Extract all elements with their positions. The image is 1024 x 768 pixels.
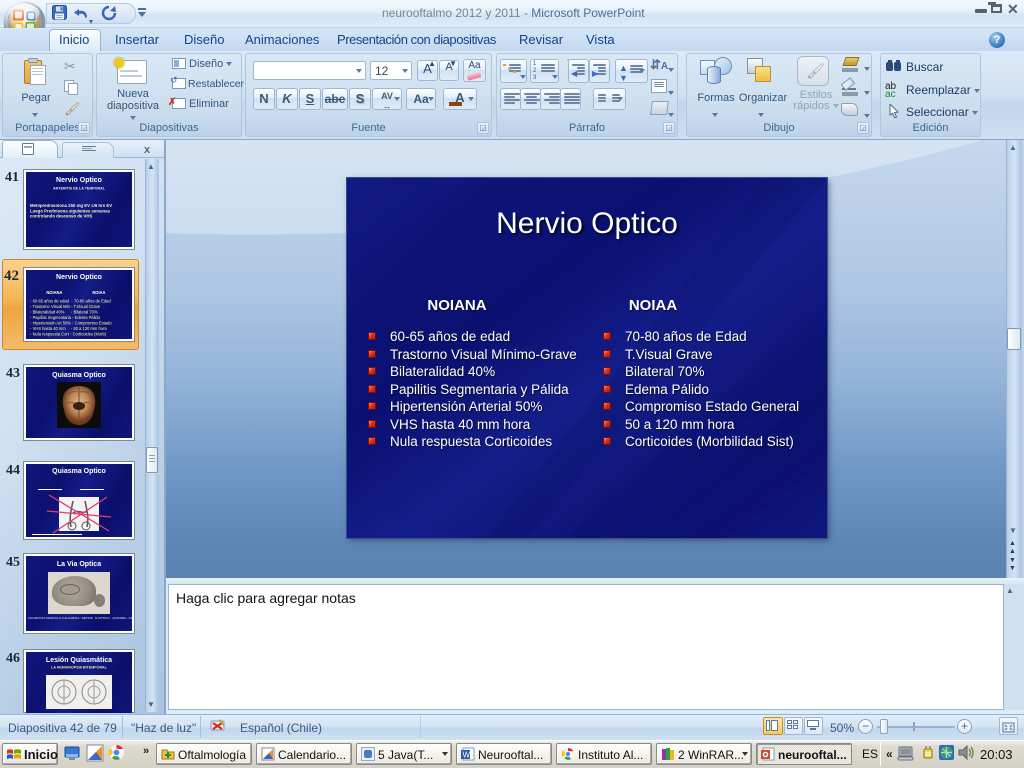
svg-text:W: W	[463, 751, 471, 760]
